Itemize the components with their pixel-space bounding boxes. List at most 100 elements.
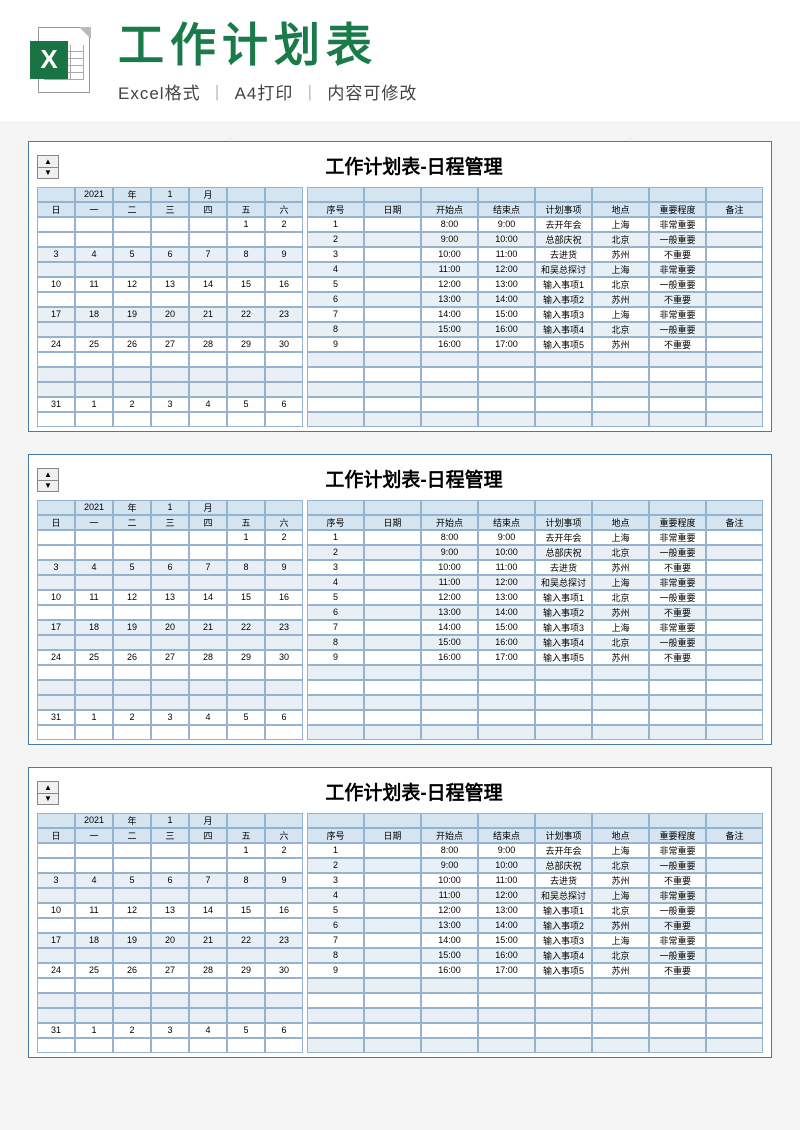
sched-cell[interactable]	[307, 367, 364, 382]
calendar-cell[interactable]	[265, 993, 303, 1008]
sched-start[interactable]: 14:00	[421, 620, 478, 635]
calendar-cell[interactable]	[227, 888, 265, 903]
calendar-cell[interactable]: 24	[37, 963, 75, 978]
calendar-cell[interactable]	[75, 575, 113, 590]
sched-item[interactable]: 输入事项4	[535, 635, 592, 650]
calendar-cell[interactable]: 1	[227, 217, 265, 232]
sched-item[interactable]: 去开年会	[535, 530, 592, 545]
sched-cell[interactable]	[592, 412, 649, 427]
sched-cell[interactable]	[478, 978, 535, 993]
calendar-cell[interactable]: 24	[37, 650, 75, 665]
sched-start[interactable]: 12:00	[421, 277, 478, 292]
sched-cell[interactable]	[649, 680, 706, 695]
calendar-cell[interactable]	[151, 292, 189, 307]
calendar-cell[interactable]	[75, 367, 113, 382]
calendar-cell[interactable]	[75, 1038, 113, 1053]
calendar-cell[interactable]: 15	[227, 903, 265, 918]
calendar-cell[interactable]: 9	[265, 247, 303, 262]
sched-cell[interactable]	[706, 710, 763, 725]
sched-start[interactable]: 16:00	[421, 337, 478, 352]
calendar-cell[interactable]: 5	[113, 560, 151, 575]
sched-cell[interactable]	[421, 1038, 478, 1053]
sched-cell[interactable]	[706, 680, 763, 695]
sched-cell[interactable]	[535, 1023, 592, 1038]
sched-end[interactable]: 9:00	[478, 217, 535, 232]
sched-item[interactable]: 去进货	[535, 247, 592, 262]
calendar-cell[interactable]: 3	[37, 873, 75, 888]
calendar-cell[interactable]: 4	[189, 710, 227, 725]
sched-cell[interactable]	[421, 367, 478, 382]
sched-cell[interactable]	[364, 993, 421, 1008]
sched-cell[interactable]	[706, 1038, 763, 1053]
sched-date[interactable]	[364, 843, 421, 858]
sched-start[interactable]: 11:00	[421, 575, 478, 590]
calendar-cell[interactable]: 3	[151, 710, 189, 725]
sched-cell[interactable]	[592, 367, 649, 382]
sched-date[interactable]	[364, 650, 421, 665]
calendar-cell[interactable]	[189, 1008, 227, 1023]
calendar-cell[interactable]	[37, 605, 75, 620]
sched-cell[interactable]	[649, 695, 706, 710]
sched-cell[interactable]	[649, 1038, 706, 1053]
calendar-cell[interactable]: 2	[265, 530, 303, 545]
month-cell[interactable]: 1	[151, 187, 189, 202]
calendar-cell[interactable]	[227, 665, 265, 680]
sched-cell[interactable]	[592, 1008, 649, 1023]
calendar-cell[interactable]	[75, 843, 113, 858]
calendar-cell[interactable]	[265, 858, 303, 873]
calendar-cell[interactable]	[227, 232, 265, 247]
sched-loc[interactable]: 苏州	[592, 337, 649, 352]
sched-loc[interactable]: 苏州	[592, 247, 649, 262]
sched-cell[interactable]	[592, 397, 649, 412]
sched-pri[interactable]: 一般重要	[649, 635, 706, 650]
sched-end[interactable]: 16:00	[478, 948, 535, 963]
sched-cell[interactable]	[421, 993, 478, 1008]
calendar-cell[interactable]	[227, 680, 265, 695]
sched-cell[interactable]	[307, 397, 364, 412]
sched-end[interactable]: 17:00	[478, 963, 535, 978]
sched-pri[interactable]: 不重要	[649, 560, 706, 575]
sched-note[interactable]	[706, 247, 763, 262]
sched-start[interactable]: 16:00	[421, 963, 478, 978]
calendar-cell[interactable]	[113, 217, 151, 232]
calendar-cell[interactable]	[37, 680, 75, 695]
sched-note[interactable]	[706, 605, 763, 620]
calendar-cell[interactable]	[37, 530, 75, 545]
calendar-cell[interactable]: 19	[113, 620, 151, 635]
sched-cell[interactable]	[307, 1038, 364, 1053]
sched-pri[interactable]: 一般重要	[649, 232, 706, 247]
calendar-cell[interactable]: 20	[151, 620, 189, 635]
sched-pri[interactable]: 一般重要	[649, 858, 706, 873]
calendar-cell[interactable]	[37, 948, 75, 963]
sched-note[interactable]	[706, 873, 763, 888]
calendar-cell[interactable]	[227, 858, 265, 873]
calendar-cell[interactable]	[37, 545, 75, 560]
calendar-cell[interactable]	[151, 530, 189, 545]
calendar-cell[interactable]	[189, 665, 227, 680]
calendar-cell[interactable]	[113, 575, 151, 590]
calendar-cell[interactable]	[75, 322, 113, 337]
sched-cell[interactable]	[307, 725, 364, 740]
calendar-cell[interactable]	[75, 605, 113, 620]
sched-cell[interactable]	[535, 397, 592, 412]
sched-cell[interactable]	[649, 993, 706, 1008]
sched-cell[interactable]	[706, 1008, 763, 1023]
sched-date[interactable]	[364, 590, 421, 605]
calendar-cell[interactable]	[151, 665, 189, 680]
sched-note[interactable]	[706, 903, 763, 918]
calendar-cell[interactable]	[151, 948, 189, 963]
calendar-cell[interactable]	[189, 352, 227, 367]
calendar-cell[interactable]	[113, 605, 151, 620]
calendar-cell[interactable]: 23	[265, 620, 303, 635]
calendar-cell[interactable]	[75, 232, 113, 247]
calendar-cell[interactable]	[151, 605, 189, 620]
sched-cell[interactable]	[535, 1008, 592, 1023]
sched-loc[interactable]: 上海	[592, 933, 649, 948]
sched-cell[interactable]	[706, 412, 763, 427]
sched-cell[interactable]	[535, 725, 592, 740]
calendar-cell[interactable]	[265, 948, 303, 963]
sched-cell[interactable]	[364, 412, 421, 427]
calendar-cell[interactable]	[75, 978, 113, 993]
calendar-cell[interactable]	[151, 993, 189, 1008]
calendar-cell[interactable]	[189, 843, 227, 858]
